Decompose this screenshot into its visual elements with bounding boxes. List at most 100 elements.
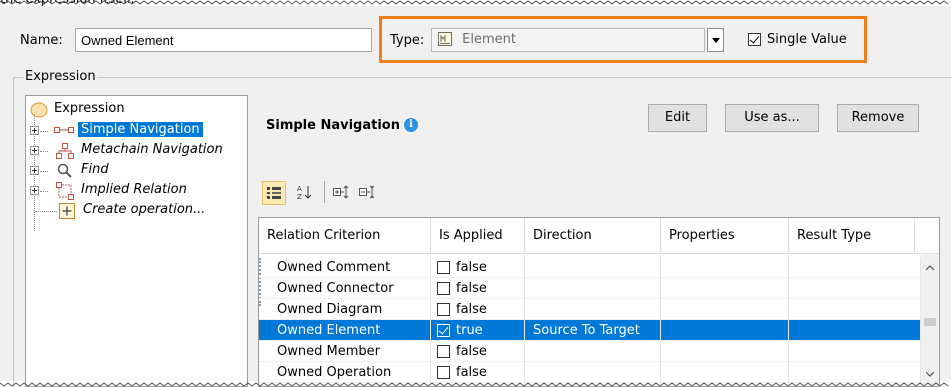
result-type-cell[interactable] (789, 362, 921, 383)
sort-alphabetical-button[interactable]: A Z (293, 181, 317, 205)
info-icon[interactable]: i (404, 118, 418, 132)
tree-item-label: Create operation... (83, 202, 206, 217)
is-applied-checkbox[interactable] (437, 366, 450, 379)
single-value-checkbox[interactable] (748, 33, 761, 46)
criterion-cell: Owned Element (259, 320, 431, 341)
implied-relation-icon (56, 182, 74, 200)
result-type-cell[interactable] (789, 341, 921, 362)
expand-icon[interactable] (30, 166, 39, 175)
direction-cell[interactable] (525, 257, 661, 278)
expand-icon[interactable] (30, 186, 39, 195)
is-applied-checkbox[interactable] (437, 261, 450, 274)
vertical-scrollbar[interactable] (921, 254, 939, 386)
scroll-thumb[interactable] (924, 318, 936, 326)
toolbar-separator (324, 181, 325, 203)
expression-tree[interactable]: Expression Simple Navigation Metachain N… (25, 95, 248, 387)
properties-cell[interactable] (661, 257, 789, 278)
is-applied-cell[interactable]: false (431, 341, 525, 362)
result-type-cell[interactable] (789, 299, 921, 320)
criterion-cell: Owned Member (259, 341, 431, 362)
is-applied-cell[interactable]: false (431, 257, 525, 278)
column-header[interactable]: Properties (661, 218, 789, 254)
relation-criteria-table[interactable]: Relation Criterion Is Applied Direction … (258, 217, 940, 387)
tree-item-metachain-navigation[interactable]: Metachain Navigation (26, 141, 246, 161)
criterion-cell: Owned Comment (259, 257, 431, 278)
tree-connector (40, 171, 48, 172)
tree-item-label: Find (81, 162, 109, 177)
single-value-label: Single Value (767, 32, 847, 47)
remove-button[interactable]: Remove (837, 104, 919, 132)
is-applied-value: false (456, 260, 487, 275)
is-applied-cell[interactable]: false (431, 278, 525, 299)
is-applied-value: false (456, 344, 487, 359)
type-highlight-box: Type: Element Single Value (379, 16, 867, 63)
is-applied-cell[interactable]: true (431, 320, 525, 341)
categorized-view-button[interactable] (262, 181, 286, 205)
column-header[interactable]: Direction (525, 218, 661, 254)
table-row[interactable]: Owned Connector false (259, 278, 921, 299)
table-row[interactable]: Owned Comment false (259, 257, 921, 278)
properties-cell[interactable] (661, 320, 789, 341)
type-dropdown-button[interactable] (707, 28, 724, 52)
edit-button[interactable]: Edit (648, 104, 707, 132)
tree-connector (40, 191, 48, 192)
expand-icon[interactable] (30, 146, 39, 155)
criterion-cell: Owned Connector (259, 278, 431, 299)
scroll-up-icon[interactable] (926, 264, 934, 272)
collapse-all-button[interactable] (356, 181, 380, 205)
table-row[interactable]: Owned Member false (259, 341, 921, 362)
column-header[interactable]: Is Applied (431, 218, 525, 254)
scroll-down-icon[interactable] (926, 370, 934, 378)
properties-cell[interactable] (661, 362, 789, 383)
torn-edge-bottom (0, 382, 949, 387)
tree-root[interactable]: Expression (26, 100, 246, 120)
direction-cell[interactable] (525, 362, 661, 383)
expand-all-button[interactable] (330, 181, 354, 205)
is-applied-checkbox[interactable] (437, 345, 450, 358)
is-applied-checkbox[interactable] (437, 324, 450, 337)
name-input[interactable] (75, 28, 372, 52)
tree-item-create-operation[interactable]: Create operation... (26, 201, 246, 221)
result-type-cell[interactable] (789, 257, 921, 278)
tree-item-label: Metachain Navigation (81, 142, 223, 157)
properties-cell[interactable] (661, 278, 789, 299)
is-applied-cell[interactable]: false (431, 362, 525, 383)
use-as-button[interactable]: Use as... (725, 104, 819, 132)
is-applied-checkbox[interactable] (437, 303, 450, 316)
result-type-cell[interactable] (789, 320, 921, 341)
column-header[interactable]: Relation Criterion (259, 218, 431, 254)
plus-icon (59, 203, 75, 219)
expand-all-icon (333, 185, 349, 199)
tree-connector (40, 131, 48, 132)
properties-cell[interactable] (661, 299, 789, 320)
result-type-cell[interactable] (789, 278, 921, 299)
table-row-selected[interactable]: Owned Element true Source To Target (259, 320, 921, 341)
expression-legend: Expression (24, 69, 97, 84)
tree-item-simple-navigation[interactable]: Simple Navigation (26, 121, 246, 141)
name-label: Name: (20, 33, 63, 48)
direction-cell[interactable] (525, 341, 661, 362)
tree-root-label: Expression (54, 101, 125, 116)
table-row[interactable]: Owned Operation false (259, 362, 921, 383)
table-header: Relation Criterion Is Applied Direction … (259, 218, 939, 254)
simple-navigation-icon (54, 127, 74, 133)
tree-item-label: Simple Navigation (78, 122, 203, 137)
direction-cell[interactable] (525, 278, 661, 299)
check-icon (749, 33, 760, 44)
expand-icon[interactable] (30, 126, 39, 135)
svg-text:Z: Z (297, 193, 302, 200)
element-icon (438, 32, 452, 46)
direction-cell[interactable]: Source To Target (525, 320, 661, 341)
find-icon (57, 163, 72, 178)
tree-item-find[interactable]: Find (26, 161, 246, 181)
column-header[interactable]: Result Type (789, 218, 915, 254)
categorized-icon (267, 187, 281, 199)
is-applied-cell[interactable]: false (431, 299, 525, 320)
table-row[interactable]: Owned Diagram false (259, 299, 921, 320)
tree-item-implied-relation[interactable]: Implied Relation (26, 181, 246, 201)
properties-cell[interactable] (661, 341, 789, 362)
is-applied-checkbox[interactable] (437, 282, 450, 295)
is-applied-value: false (456, 302, 487, 317)
type-select[interactable]: Element (431, 28, 705, 52)
direction-cell[interactable] (525, 299, 661, 320)
